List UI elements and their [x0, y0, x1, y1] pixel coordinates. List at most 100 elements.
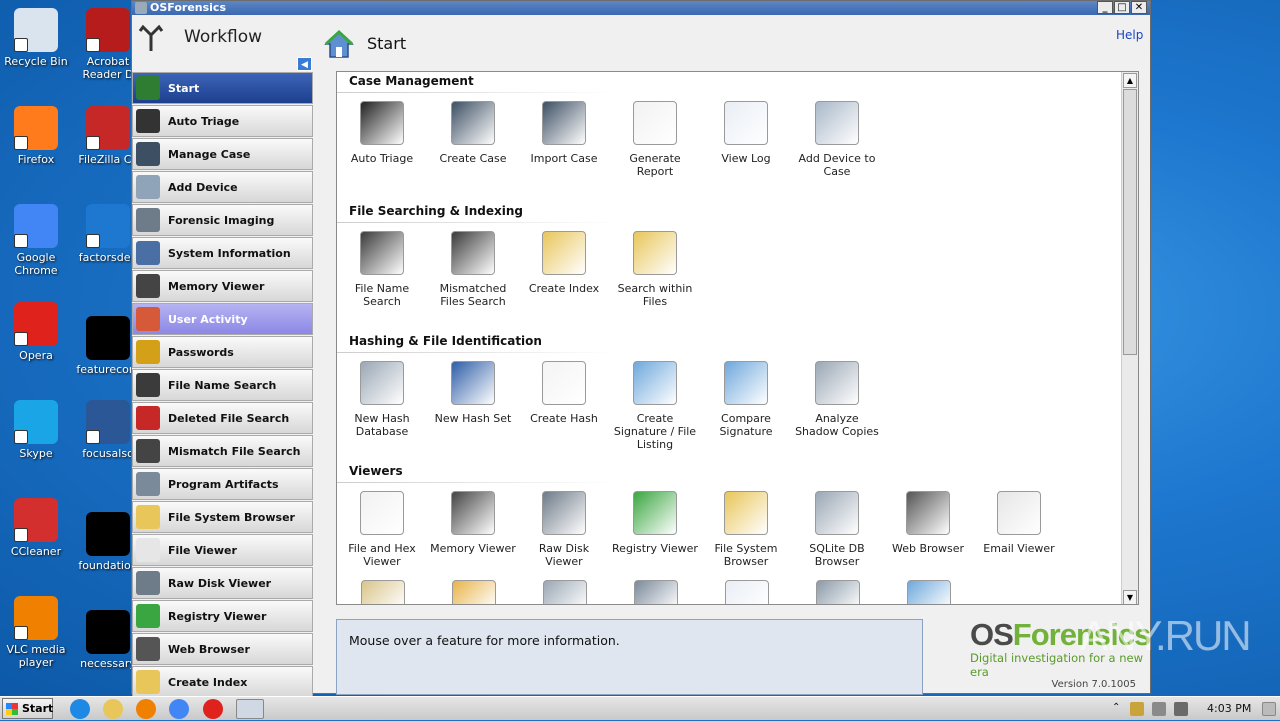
start-button[interactable]: Start [2, 698, 53, 719]
user-activity-icon [136, 307, 160, 331]
table-icon[interactable] [907, 580, 951, 604]
help-link[interactable]: Help [1116, 28, 1143, 42]
sidebar-item-memory-viewer[interactable]: Memory Viewer [132, 270, 313, 302]
binoculars-icon [360, 231, 404, 275]
volume-icon[interactable] [1152, 702, 1166, 716]
ccleaner-icon [14, 498, 58, 542]
fingerprint-icon [136, 109, 160, 133]
sidebar-item-file-name-search[interactable]: File Name Search [132, 369, 313, 401]
feature-tile-memory-viewer[interactable]: Memory Viewer [428, 491, 518, 555]
clock[interactable]: 4:03 PM [1207, 702, 1251, 715]
taskbar-opera-icon[interactable] [203, 699, 223, 719]
printer-icon[interactable] [634, 580, 678, 604]
feature-tile-email-viewer[interactable]: Email Viewer [974, 491, 1064, 555]
feature-tile-file-system-browser[interactable]: File System Browser [701, 491, 791, 568]
sidebar-item-add-device[interactable]: Add Device [132, 171, 313, 203]
feature-tile-registry-viewer[interactable]: Registry Viewer [610, 491, 700, 555]
shadow-copies-icon [815, 361, 859, 405]
feature-tile-file-name-search[interactable]: File Name Search [337, 231, 427, 308]
feature-tile-analyze-shadow-copies[interactable]: Analyze Shadow Copies [792, 361, 882, 438]
scroll-down-arrow[interactable]: ▼ [1123, 590, 1137, 604]
vertical-scrollbar[interactable]: ▲ ▼ [1121, 72, 1138, 604]
feature-tile-label: Create Signature / File Listing [613, 412, 697, 451]
sidebar-item-auto-triage[interactable]: Auto Triage [132, 105, 313, 137]
sidebar-item-label: User Activity [168, 312, 248, 326]
registry-icon [136, 604, 160, 628]
scroll-up-arrow[interactable]: ▲ [1123, 73, 1137, 88]
feature-tile-label: Analyze Shadow Copies [795, 412, 879, 438]
feature-tile-create-hash[interactable]: Create Hash [519, 361, 609, 425]
info-text: Mouse over a feature for more informatio… [349, 633, 620, 648]
sidebar-item-create-index[interactable]: Create Index [132, 666, 313, 698]
sidebar-item-forensic-imaging[interactable]: Forensic Imaging [132, 204, 313, 236]
title-bar[interactable]: OSForensics _ □ ✕ [132, 1, 1150, 15]
minimize-button[interactable]: _ [1097, 1, 1113, 14]
binoculars-icon [136, 373, 160, 397]
feature-tile-sqlite-db-browser[interactable]: SQLite DB Browser [792, 491, 882, 568]
desktop-icon[interactable]: Opera [0, 302, 72, 362]
feature-tile-new-hash-database[interactable]: New Hash Database [337, 361, 427, 438]
sidebar-item-raw-disk-viewer[interactable]: Raw Disk Viewer [132, 567, 313, 599]
taskbar-ie-icon[interactable] [70, 699, 90, 719]
desktop-icon-label: Opera [19, 349, 53, 362]
desktop-icon[interactable]: CCleaner [0, 498, 72, 558]
sidebar-item-file-system-browser[interactable]: File System Browser [132, 501, 313, 533]
action-center-flag-icon[interactable] [1174, 702, 1188, 716]
taskbar-media-player-icon[interactable] [136, 699, 156, 719]
sidebar-item-user-activity[interactable]: User Activity [132, 303, 313, 335]
sidebar-item-mismatch-file-search[interactable]: Mismatch File Search [132, 435, 313, 467]
sidebar-item-start[interactable]: Start [132, 72, 313, 104]
taskbar-osforensics-icon[interactable] [236, 699, 264, 719]
network-icon[interactable] [1130, 702, 1144, 716]
sidebar-item-registry-viewer[interactable]: Registry Viewer [132, 600, 313, 632]
sidebar-item-passwords[interactable]: Passwords [132, 336, 313, 368]
sidebar-item-system-information[interactable]: System Information [132, 237, 313, 269]
sidebar-item-deleted-file-search[interactable]: Deleted File Search [132, 402, 313, 434]
feature-tile-search-within-files[interactable]: Search within Files [610, 231, 700, 308]
sidebar-item-program-artifacts[interactable]: Program Artifacts [132, 468, 313, 500]
taskbar-chrome-icon[interactable] [169, 699, 189, 719]
desktop-icon[interactable]: Recycle Bin [0, 8, 72, 68]
feature-tile-create-signature-file-listing[interactable]: Create Signature / File Listing [610, 361, 700, 451]
close-button[interactable]: ✕ [1131, 1, 1147, 14]
clipboard-icon[interactable] [361, 580, 405, 604]
feature-tile-file-and-hex-viewer[interactable]: File and Hex Viewer [337, 491, 427, 568]
sidebar-item-manage-case[interactable]: Manage Case [132, 138, 313, 170]
web-icon [136, 637, 160, 661]
taskbar-explorer-icon[interactable] [103, 699, 123, 719]
maximize-button[interactable]: □ [1114, 1, 1130, 14]
collapse-sidebar-button[interactable]: ◀ [297, 57, 312, 71]
feature-tile-create-case[interactable]: Create Case [428, 101, 518, 165]
desktop-icon-label: Skype [19, 447, 53, 460]
feature-tile-raw-disk-viewer[interactable]: Raw Disk Viewer [519, 491, 609, 568]
feature-tile-view-log[interactable]: View Log [701, 101, 791, 165]
feature-tile-compare-signature[interactable]: Compare Signature [701, 361, 791, 438]
main-header: Start [322, 27, 406, 61]
picture-icon[interactable] [452, 580, 496, 604]
desktop-icon[interactable]: Firefox [0, 106, 72, 166]
desktop-icon[interactable]: Skype [0, 400, 72, 460]
list-icon[interactable] [816, 580, 860, 604]
feature-tile-create-index[interactable]: Create Index [519, 231, 609, 295]
feature-tile-web-browser[interactable]: Web Browser [883, 491, 973, 555]
feature-tile-mismatched-files-search[interactable]: Mismatched Files Search [428, 231, 518, 308]
desktop-icon[interactable]: VLC media player [0, 596, 72, 669]
sidebar-item-web-browser[interactable]: Web Browser [132, 633, 313, 665]
signature-icon [633, 361, 677, 405]
show-desktop-icon[interactable] [1262, 702, 1276, 716]
tray-expand-icon[interactable]: ⌃ [1112, 702, 1126, 716]
desktop-icon[interactable]: Google Chrome [0, 204, 72, 277]
feature-tile-label: Mismatched Files Search [439, 282, 507, 308]
search-files-icon [633, 231, 677, 275]
feature-tile-generate-report[interactable]: Generate Report [610, 101, 700, 178]
database-icon[interactable] [543, 580, 587, 604]
feature-tile-label: Create Index [528, 282, 600, 295]
scroll-thumb[interactable] [1123, 89, 1137, 355]
sidebar-item-label: Web Browser [168, 642, 250, 656]
document-icon[interactable] [725, 580, 769, 604]
sidebar-item-file-viewer[interactable]: File Viewer [132, 534, 313, 566]
feature-tile-add-device-to-case[interactable]: Add Device to Case [792, 101, 882, 178]
feature-tile-new-hash-set[interactable]: New Hash Set [428, 361, 518, 425]
feature-tile-auto-triage[interactable]: Auto Triage [337, 101, 427, 165]
feature-tile-import-case[interactable]: Import Case [519, 101, 609, 165]
